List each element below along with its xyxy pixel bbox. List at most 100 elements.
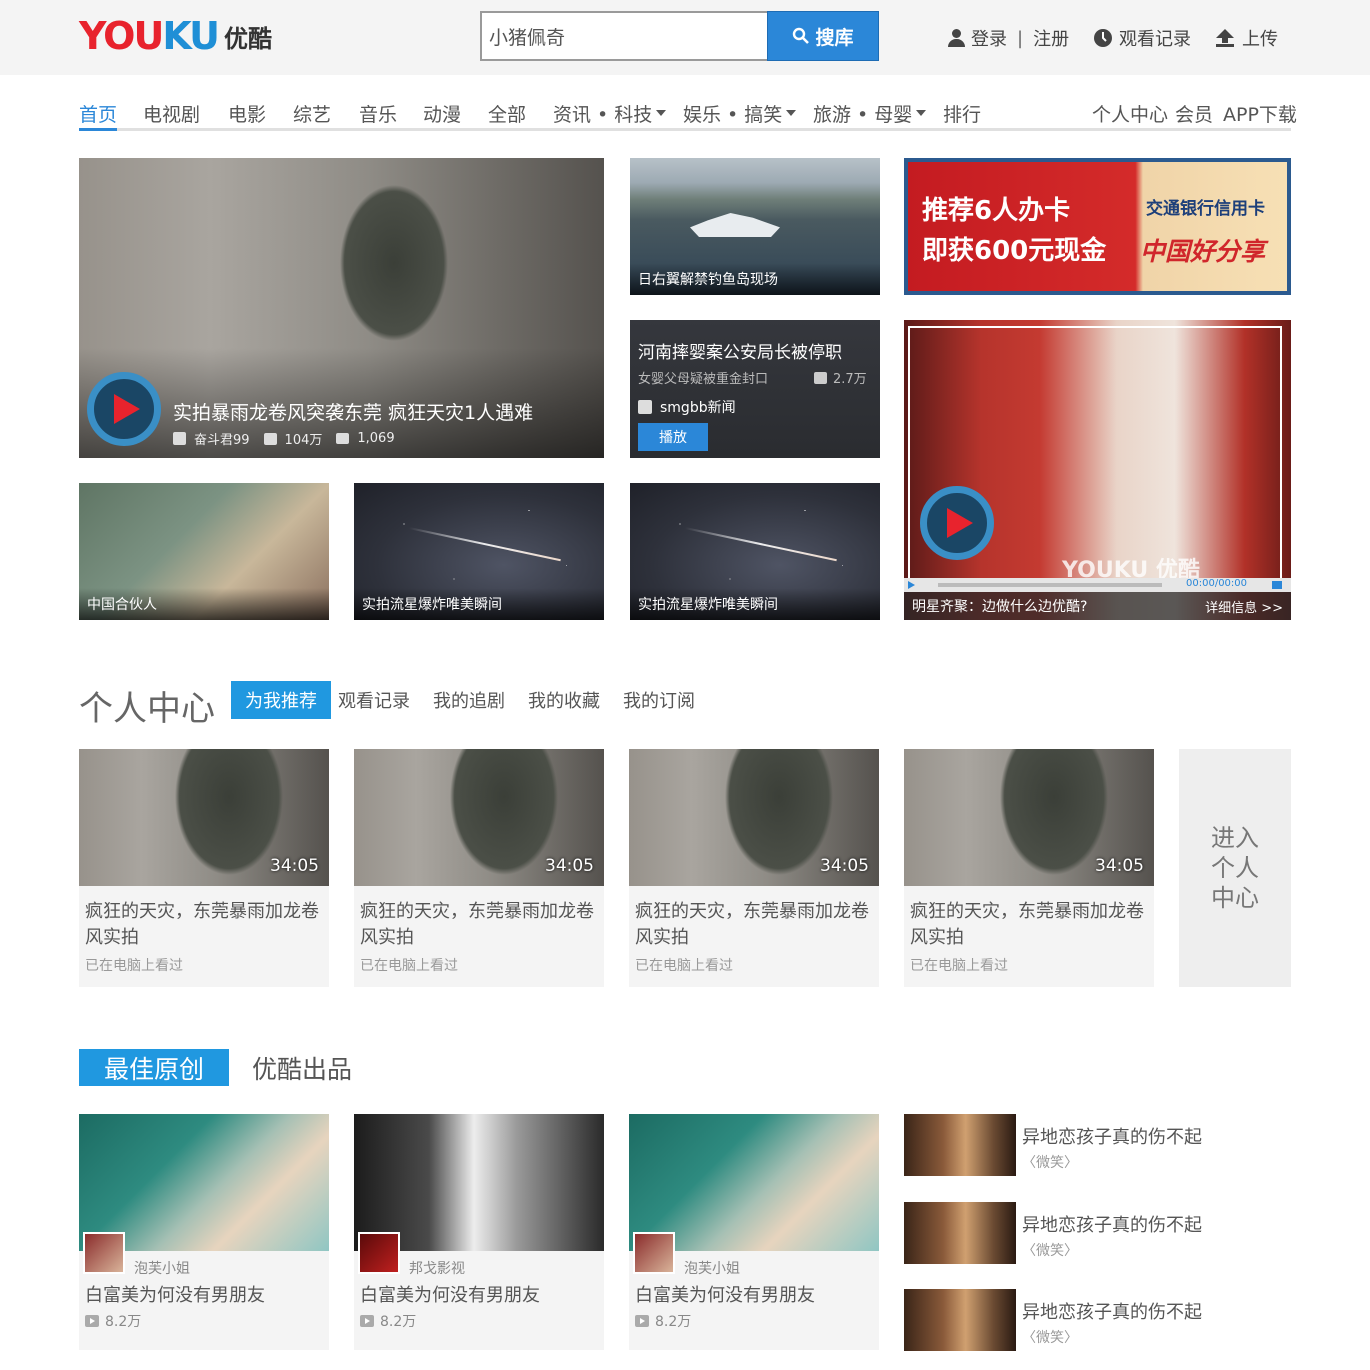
- nav-all[interactable]: 全部: [488, 98, 526, 128]
- volume-icon[interactable]: [1272, 581, 1282, 589]
- featured-main-author: 奋斗君99: [194, 433, 250, 448]
- nav-vip[interactable]: 会员: [1175, 98, 1213, 128]
- news-subtitle: 女婴父母疑被重金封口: [638, 372, 769, 387]
- play-count-icon: [635, 1315, 649, 1327]
- tab-youku-produced[interactable]: 优酷出品: [252, 1049, 352, 1086]
- nav-home[interactable]: 首页: [79, 98, 118, 131]
- views-value: 8.2万: [655, 1314, 692, 1330]
- card-title: 疯狂的天灾，东莞暴雨加龙卷风实拍: [85, 901, 319, 948]
- featured-main-video[interactable]: 实拍暴雨龙卷风突袭东莞 疯狂天灾1人遇难 奋斗君99 104万 1,069: [79, 158, 604, 458]
- card-views: 8.2万: [85, 1311, 141, 1331]
- avatar[interactable]: [358, 1232, 400, 1274]
- nav-music[interactable]: 音乐: [359, 98, 397, 128]
- featured-small-tile-3[interactable]: 实拍流星爆炸唯美瞬间: [630, 483, 880, 620]
- side-list-item-2[interactable]: 异地恋孩子真的伤不起 〈微笑〉: [904, 1202, 1284, 1264]
- nav-variety[interactable]: 综艺: [293, 98, 331, 128]
- ad-line2: 即获600元现金: [922, 236, 1107, 266]
- card-thumbnail: 34:05: [79, 749, 329, 886]
- history-label: 观看记录: [1119, 29, 1191, 50]
- nav-app-download[interactable]: APP下载: [1223, 98, 1297, 128]
- youku-logo[interactable]: YOUKU 优酷: [79, 14, 272, 58]
- card-author[interactable]: 邦戈影视: [409, 1258, 465, 1278]
- chevron-down-icon: [656, 110, 667, 116]
- featured-sea-video[interactable]: 日右翼解禁钓鱼岛现场: [630, 158, 880, 295]
- upload-label: 上传: [1242, 29, 1278, 50]
- news-play-button[interactable]: 播放: [638, 423, 708, 451]
- featured-news-card[interactable]: 河南摔婴案公安局长被停职 女婴父母疑被重金封口 2.7万 smgbb新闻 播放: [630, 320, 880, 458]
- upload-link[interactable]: 上传: [1214, 24, 1278, 52]
- side-list-item-3[interactable]: 异地恋孩子真的伤不起 〈微笑〉: [904, 1289, 1284, 1351]
- tab-best-original[interactable]: 最佳原创: [79, 1049, 229, 1086]
- nav-ent-fun[interactable]: 娱乐 • 搞笑: [683, 98, 797, 128]
- video-duration: 34:05: [270, 856, 319, 876]
- chevron-down-icon: [916, 110, 927, 116]
- account-links: 登录 | 注册: [948, 24, 1069, 52]
- nav-tv[interactable]: 电视剧: [143, 98, 200, 128]
- login-link[interactable]: 登录: [971, 25, 1007, 51]
- card-title: 白富美为何没有男朋友: [635, 1285, 815, 1306]
- nav-news-tech[interactable]: 资讯 • 科技: [553, 98, 667, 128]
- personal-card-2[interactable]: 34:05 疯狂的天灾，东莞暴雨加龙卷风实拍 已在电脑上看过: [354, 749, 604, 987]
- play-button-icon[interactable]: [920, 486, 994, 560]
- chevron-down-icon: [786, 110, 797, 116]
- featured-small-tile-1[interactable]: 中国合伙人: [79, 483, 329, 620]
- tab-following-series[interactable]: 我的追剧: [433, 681, 505, 719]
- card-views: 8.2万: [635, 1311, 691, 1331]
- nav-ranking[interactable]: 排行: [943, 98, 981, 128]
- player-caption-bar: 明星齐聚：边做什么边优酷? 详细信息 >>: [904, 592, 1291, 620]
- tab-favorites[interactable]: 我的收藏: [528, 681, 600, 719]
- play-count-icon: [85, 1315, 99, 1327]
- personal-card-3[interactable]: 34:05 疯狂的天灾，东莞暴雨加龙卷风实拍 已在电脑上看过: [629, 749, 879, 987]
- card-author[interactable]: 泡芙小姐: [684, 1258, 740, 1278]
- original-card-1[interactable]: 泡芙小姐 白富美为何没有男朋友 8.2万: [79, 1114, 329, 1350]
- original-card-3[interactable]: 泡芙小姐 白富美为何没有男朋友 8.2万: [629, 1114, 879, 1350]
- play-button-icon[interactable]: [87, 372, 161, 446]
- card-thumbnail: 34:05: [904, 749, 1154, 886]
- card-title: 白富美为何没有男朋友: [85, 1285, 265, 1306]
- side-thumbnail: [904, 1289, 1016, 1351]
- side-list-item-1[interactable]: 异地恋孩子真的伤不起 〈微笑〉: [904, 1114, 1284, 1176]
- avatar[interactable]: [633, 1232, 675, 1274]
- views-icon: [263, 432, 277, 445]
- search-box[interactable]: [480, 11, 768, 61]
- author-icon: [638, 400, 652, 414]
- views-icon: [814, 371, 827, 384]
- views-value: 8.2万: [380, 1314, 417, 1330]
- search-input[interactable]: [482, 13, 768, 59]
- avatar[interactable]: [83, 1232, 125, 1274]
- history-link[interactable]: 观看记录: [1093, 24, 1191, 52]
- nav-personal-center[interactable]: 个人中心: [1092, 98, 1168, 128]
- tab-recommended[interactable]: 为我推荐: [231, 681, 331, 719]
- video-player[interactable]: YOUKU 优酷 00:00/00:00 明星齐聚：边做什么边优酷? 详细信息 …: [904, 320, 1291, 620]
- card-watched-note: 已在电脑上看过: [635, 958, 733, 974]
- video-duration: 34:05: [545, 856, 594, 876]
- personal-card-1[interactable]: 34:05 疯狂的天灾，东莞暴雨加龙卷风实拍 已在电脑上看过: [79, 749, 329, 987]
- card-author[interactable]: 泡芙小姐: [134, 1258, 190, 1278]
- featured-small-tile-2[interactable]: 实拍流星爆炸唯美瞬间: [354, 483, 604, 620]
- tab-subscriptions[interactable]: 我的订阅: [623, 681, 695, 719]
- nav-travel-baby-label: 旅游 • 母婴: [813, 103, 913, 126]
- search-button[interactable]: 搜库: [767, 11, 879, 61]
- player-play-icon[interactable]: [908, 581, 915, 589]
- player-detail-link[interactable]: 详细信息 >>: [1205, 597, 1283, 616]
- nav-anime[interactable]: 动漫: [423, 98, 461, 128]
- side-title: 异地恋孩子真的伤不起: [1022, 1127, 1202, 1148]
- bank-card-ad[interactable]: 推荐6人办卡 即获600元现金 交通银行信用卡 中国好分享: [904, 158, 1291, 295]
- meteor-streak: [684, 526, 837, 562]
- enter-personal-center-button[interactable]: 进入个人中心: [1179, 749, 1291, 987]
- tab-watch-history[interactable]: 观看记录: [338, 681, 410, 719]
- card-thumbnail: 34:05: [354, 749, 604, 886]
- featured-small-caption-2: 实拍流星爆炸唯美瞬间: [354, 588, 604, 620]
- personal-card-4[interactable]: 34:05 疯狂的天灾，东莞暴雨加龙卷风实拍 已在电脑上看过: [904, 749, 1154, 987]
- upload-icon: [1216, 29, 1234, 47]
- player-progress-bar[interactable]: [938, 583, 1162, 587]
- original-card-2[interactable]: 邦戈影视 白富美为何没有男朋友 8.2万: [354, 1114, 604, 1350]
- side-tag: 〈微笑〉: [1022, 1243, 1078, 1259]
- register-link[interactable]: 注册: [1033, 25, 1069, 51]
- news-views-value: 2.7万: [833, 372, 867, 387]
- nav-movie[interactable]: 电影: [228, 98, 266, 128]
- clock-icon: [1094, 29, 1112, 47]
- nav-travel-baby[interactable]: 旅游 • 母婴: [813, 98, 927, 128]
- author-icon: [173, 432, 186, 445]
- video-duration: 34:05: [820, 856, 869, 876]
